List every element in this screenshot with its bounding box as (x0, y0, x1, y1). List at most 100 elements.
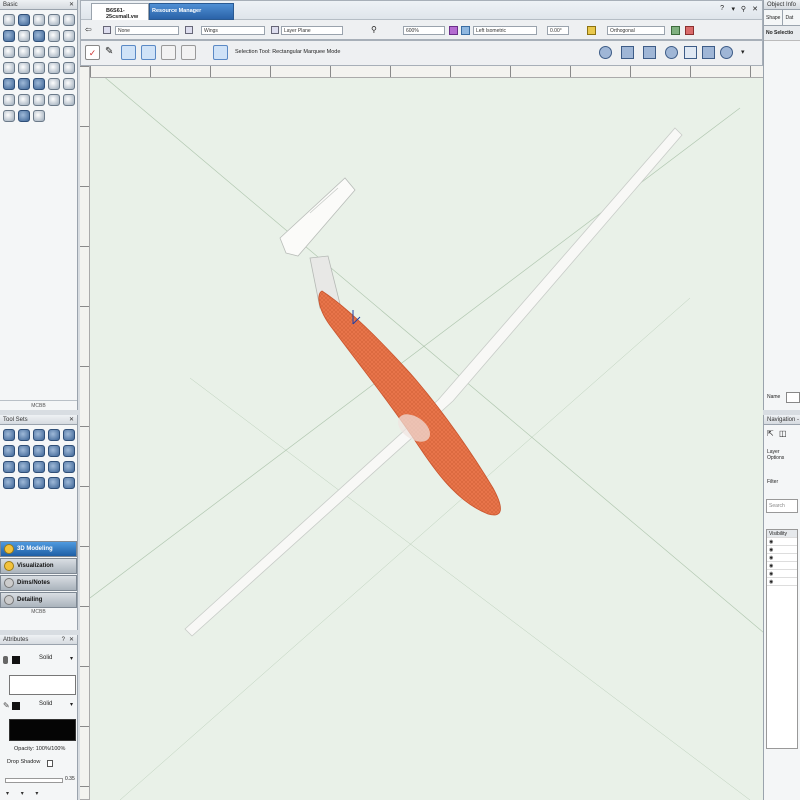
arc-tool-icon[interactable] (48, 46, 60, 58)
snap-circle-icon[interactable] (599, 46, 612, 59)
document-tab[interactable]: B6S61-25csmall.vw (91, 3, 149, 20)
sweep-tool-icon[interactable] (18, 429, 30, 441)
surface-tool-icon[interactable] (48, 461, 60, 473)
flyover-view-icon[interactable] (449, 26, 458, 35)
mode-polygon-icon[interactable] (181, 45, 196, 60)
chevron-down-icon[interactable]: ▾ (70, 701, 73, 708)
class-select[interactable]: None (115, 26, 179, 35)
shell-tool-icon[interactable] (48, 429, 60, 441)
pin-icon[interactable]: ⚲ (741, 5, 746, 13)
circle-tool-icon[interactable] (33, 46, 45, 58)
fillet-edge-tool-icon[interactable] (33, 445, 45, 457)
rotate-tool-icon[interactable] (48, 78, 60, 90)
nurbs-curve-tool-icon[interactable] (3, 461, 15, 473)
visibility-row[interactable]: ◉ (767, 554, 797, 562)
mode-rectangle-marquee-icon[interactable] (141, 45, 156, 60)
snap-object-icon[interactable] (665, 46, 678, 59)
fillet-tool-icon[interactable] (48, 94, 60, 106)
reshape-tool-icon[interactable] (3, 110, 15, 122)
snap-page-icon[interactable] (684, 46, 697, 59)
layer-plane-select[interactable]: Layer Plane (281, 26, 343, 35)
projection-select[interactable]: Orthogonal (607, 26, 665, 35)
close-icon[interactable]: ✕ (69, 0, 74, 10)
project-tool-icon[interactable] (33, 461, 45, 473)
sphere3d-tool-icon[interactable] (48, 477, 60, 489)
arrow-end-icon[interactable]: ▾ (21, 791, 24, 797)
lighting-icon[interactable] (685, 26, 694, 35)
pan-tool-icon[interactable] (18, 14, 30, 26)
resource-manager-tab[interactable]: Resource Manager (149, 3, 234, 20)
help-icon[interactable]: ? (720, 5, 724, 12)
polyline-tool-icon[interactable] (33, 62, 45, 74)
close-icon[interactable]: ✕ (69, 635, 74, 645)
push-pull-tool-icon[interactable] (3, 445, 15, 457)
double-line-tool-icon[interactable] (63, 30, 75, 42)
arrow-start-icon[interactable]: ▾ (6, 791, 9, 797)
spiral-tool-icon[interactable] (63, 62, 75, 74)
taper-tool-icon[interactable] (63, 429, 75, 441)
view-icon[interactable] (461, 26, 470, 35)
flyover-tool-icon[interactable] (33, 14, 45, 26)
split-tool-icon[interactable] (3, 94, 15, 106)
opacity-label[interactable]: Opacity: 100%/100% (14, 746, 65, 752)
design-layer-select[interactable]: Wings (201, 26, 265, 35)
thickness-slider[interactable] (5, 778, 63, 783)
chamfer-tool-icon[interactable] (63, 94, 75, 106)
hemisphere-tool-icon[interactable] (33, 477, 45, 489)
zoom-select[interactable]: 600% (403, 26, 445, 35)
move-tool-icon[interactable] (63, 78, 75, 90)
quarter-arc-tool-icon[interactable] (63, 46, 75, 58)
offset-tool-icon[interactable] (18, 78, 30, 90)
projection-icon[interactable] (587, 26, 596, 35)
layers-icon[interactable]: ⇱ (767, 429, 774, 438)
menu-icon[interactable]: ▾ (731, 5, 735, 13)
mode-save-icon[interactable] (213, 45, 228, 60)
visibility-row[interactable]: ◉ (767, 578, 797, 586)
standard-view-select[interactable]: Left Isometric (473, 26, 537, 35)
eyedropper-tool-icon[interactable] (18, 30, 30, 42)
rounded-rect-tool-icon[interactable] (18, 46, 30, 58)
mode-lasso-icon[interactable] (161, 45, 176, 60)
fill-style-select[interactable]: Solid (39, 655, 52, 661)
filter-label[interactable]: Filter (764, 465, 800, 489)
layer-options-label[interactable]: Layer Options (764, 445, 800, 465)
fill-color-swatch[interactable] (12, 656, 20, 664)
text-tool-icon[interactable] (63, 14, 75, 26)
mode-dims-notes[interactable]: Dims/Notes (0, 575, 77, 591)
tab-data[interactable]: Dat (783, 10, 795, 25)
selection-tool-icon[interactable] (3, 14, 15, 26)
rectangle-tool-icon[interactable] (3, 46, 15, 58)
visibility-header[interactable]: Visibility (767, 530, 797, 538)
zoom-tool-icon[interactable] (48, 14, 60, 26)
chamfer-edge-tool-icon[interactable] (48, 445, 60, 457)
render-mode-icon[interactable] (671, 26, 680, 35)
mirror-tool-icon[interactable] (33, 78, 45, 90)
visibility-row[interactable]: ◉ (767, 570, 797, 578)
classes-icon[interactable]: ◫ (779, 429, 787, 438)
chevron-down-icon[interactable]: ▾ (70, 655, 73, 662)
walkthrough-tool-icon[interactable] (3, 30, 15, 42)
drawing-canvas[interactable] (90, 78, 763, 800)
loci-tool-icon[interactable] (18, 110, 30, 122)
helix-tool-icon[interactable] (18, 461, 30, 473)
line-end-icon[interactable]: ▾ (35, 791, 38, 797)
cone-tool-icon[interactable] (3, 477, 15, 489)
help-icon[interactable]: ? (62, 635, 65, 645)
zoom-icon[interactable]: ⚲ (371, 25, 377, 34)
mode-detailing[interactable]: Detailing (0, 592, 77, 608)
oval-tool-icon[interactable] (3, 62, 15, 74)
drape-tool-icon[interactable] (63, 461, 75, 473)
search-input[interactable]: Search (766, 499, 798, 513)
cylinder-tool-icon[interactable] (18, 477, 30, 489)
name-field[interactable] (786, 392, 800, 403)
subdivision-tool-icon[interactable] (63, 445, 75, 457)
snap-angle-icon[interactable] (643, 46, 656, 59)
rotation-field[interactable]: 0.00° (547, 26, 569, 35)
pen-style-select[interactable]: Solid (39, 701, 52, 707)
tab-shape[interactable]: Shape (764, 10, 784, 25)
mode-vertex-icon[interactable] (121, 45, 136, 60)
mode-selection-icon[interactable]: ✓ (85, 45, 100, 60)
polygon-tool-icon[interactable] (18, 62, 30, 74)
visibility-row[interactable]: ◉ (767, 546, 797, 554)
sphere-tool-icon[interactable] (3, 78, 15, 90)
